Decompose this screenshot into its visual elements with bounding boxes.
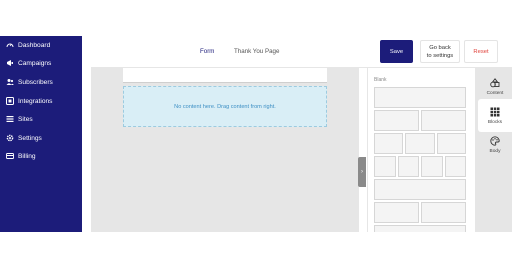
save-button[interactable]: Save bbox=[380, 40, 413, 63]
sidebar-item-sites[interactable]: Sites bbox=[6, 112, 33, 126]
block-column bbox=[374, 133, 404, 154]
users-icon bbox=[6, 78, 14, 86]
chevron-right-icon: › bbox=[361, 169, 363, 175]
side-tab-label: Body bbox=[489, 148, 501, 154]
drop-zone-text: No content here. Drag content from right… bbox=[174, 103, 276, 110]
palette-icon bbox=[490, 135, 500, 146]
block-column bbox=[397, 156, 419, 177]
block-column bbox=[374, 156, 396, 177]
block-column bbox=[374, 87, 466, 108]
blocks-grid-icon bbox=[490, 107, 500, 117]
block-layout-item[interactable] bbox=[374, 133, 466, 154]
block-column bbox=[421, 202, 466, 223]
list-icon bbox=[6, 115, 14, 123]
tab-form[interactable]: Form bbox=[200, 48, 214, 55]
form-card-top bbox=[123, 68, 327, 83]
block-layout-item[interactable] bbox=[374, 110, 466, 131]
sidebar-item-subscribers[interactable]: Subscribers bbox=[6, 75, 53, 89]
block-column bbox=[374, 179, 466, 200]
form-editor-page: Dashboard Campaigns Subscribers Integrat… bbox=[0, 0, 512, 269]
block-column bbox=[374, 202, 419, 223]
megaphone-icon bbox=[6, 59, 14, 67]
sidebar-item-label: Dashboard bbox=[18, 41, 51, 49]
sidebar-item-integrations[interactable]: Integrations bbox=[6, 94, 52, 108]
block-layout-item[interactable] bbox=[374, 225, 466, 232]
sidebar-item-label: Campaigns bbox=[18, 59, 52, 67]
side-tab-label: Blocks bbox=[487, 119, 503, 125]
side-tab-body[interactable]: Body bbox=[478, 128, 512, 161]
dashboard-icon bbox=[6, 41, 14, 49]
block-column bbox=[374, 225, 466, 232]
block-column bbox=[436, 133, 466, 154]
tab-thank-you-page[interactable]: Thank You Page bbox=[234, 48, 279, 55]
sidebar-item-label: Settings bbox=[18, 134, 42, 142]
sidebar-item-dashboard[interactable]: Dashboard bbox=[6, 38, 50, 52]
gear-icon bbox=[6, 134, 14, 142]
sidebar-item-settings[interactable]: Settings bbox=[6, 131, 42, 145]
sidebar-item-billing[interactable]: Billing bbox=[6, 149, 36, 163]
sidebar-item-label: Billing bbox=[18, 152, 36, 160]
shapes-icon bbox=[490, 77, 500, 88]
integrations-icon bbox=[6, 97, 14, 105]
block-column bbox=[374, 110, 419, 131]
block-column bbox=[405, 133, 435, 154]
side-tabs: Content Blocks Body bbox=[475, 68, 512, 232]
block-layout-item[interactable] bbox=[374, 202, 466, 223]
drop-zone[interactable]: No content here. Drag content from right… bbox=[123, 86, 327, 127]
editor-header: Form Thank You Page Save Go back to setti… bbox=[91, 36, 512, 68]
sidebar-item-label: Subscribers bbox=[18, 78, 53, 86]
reset-button[interactable]: Reset bbox=[464, 40, 498, 63]
block-column bbox=[421, 110, 466, 131]
block-layout-item[interactable] bbox=[374, 179, 466, 200]
block-column bbox=[444, 156, 466, 177]
go-back-to-settings-button[interactable]: Go back to settings bbox=[420, 40, 460, 63]
sidebar: Dashboard Campaigns Subscribers Integrat… bbox=[0, 36, 82, 232]
side-tab-label: Content bbox=[486, 90, 504, 96]
blocks-panel: Blank bbox=[367, 68, 473, 232]
sidebar-item-label: Integrations bbox=[18, 97, 53, 105]
blocks-section-title: Blank bbox=[374, 77, 387, 83]
block-layout-item[interactable] bbox=[374, 87, 466, 108]
go-back-label: Go back to settings bbox=[426, 44, 454, 59]
panel-collapse-handle[interactable]: › bbox=[358, 157, 366, 187]
credit-card-icon bbox=[6, 152, 14, 160]
block-column bbox=[421, 156, 443, 177]
sidebar-item-label: Sites bbox=[18, 115, 33, 123]
block-layout-item[interactable] bbox=[374, 156, 466, 177]
editor-canvas: No content here. Drag content from right… bbox=[91, 68, 359, 232]
sidebar-item-campaigns[interactable]: Campaigns bbox=[6, 56, 51, 70]
